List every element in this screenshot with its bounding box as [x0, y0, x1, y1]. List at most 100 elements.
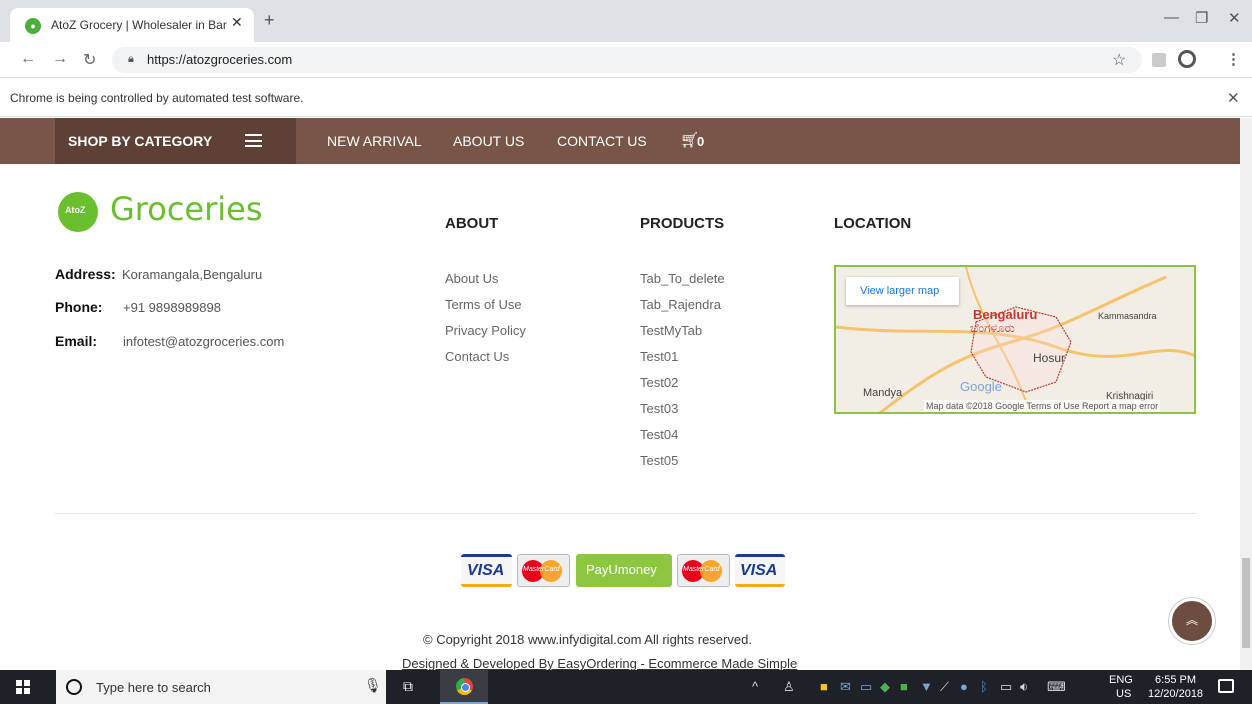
double-chevron-up-icon: ︽: [1185, 613, 1198, 627]
windows-start-icon[interactable]: [16, 680, 30, 694]
profile-icon[interactable]: [1178, 50, 1196, 68]
forward-icon[interactable]: →: [52, 50, 68, 68]
site-logo[interactable]: AtoZ Groceries: [58, 190, 278, 234]
tray-overflow-icon[interactable]: ^: [752, 679, 758, 694]
footer-divider: [55, 513, 1196, 514]
volume-icon[interactable]: 🔉︎: [1020, 679, 1028, 695]
product-link[interactable]: Tab_To_delete: [640, 271, 725, 286]
automation-infobar: Chrome is being controlled by automated …: [0, 79, 1252, 117]
email-label: Email:: [55, 333, 98, 349]
page-scrollbar[interactable]: [1240, 118, 1252, 670]
about-heading: ABOUT: [445, 215, 499, 232]
mail-icon[interactable]: ✉: [840, 679, 851, 695]
taskbar-clock[interactable]: 6:55 PM 12/20/2018: [1148, 673, 1203, 701]
tray-app-icon[interactable]: ■: [820, 679, 828, 694]
payumoney-label: PayUmoney: [586, 562, 657, 577]
minimize-icon[interactable]: —: [1164, 9, 1179, 26]
visa-label-2: VISA: [740, 562, 778, 579]
google-logo: Google: [960, 379, 1002, 394]
cart-count: 0: [697, 134, 705, 149]
scroll-to-top-button[interactable]: ︽: [1169, 598, 1215, 644]
language-indicator[interactable]: ENG US: [1109, 673, 1133, 701]
taskbar-search-box[interactable]: Type here to search 🎙︎: [56, 670, 386, 704]
infobar-close-icon[interactable]: ✕: [1227, 89, 1240, 107]
bookmark-star-icon[interactable]: ☆: [1112, 50, 1126, 70]
phone-value: +91 9898989898: [123, 300, 221, 315]
about-link-contact[interactable]: Contact Us: [445, 349, 509, 364]
clock-date: 12/20/2018: [1148, 688, 1204, 700]
map-city-label: Bengaluru: [973, 307, 1038, 322]
windows-taskbar: Type here to search 🎙︎ ⧉ ^ ♙ ■ ✉ ▭ ◆ ■ ▼…: [0, 670, 1252, 704]
clock-time: 6:55 PM: [1155, 674, 1197, 686]
email-value[interactable]: infotest@atozgroceries.com: [123, 334, 284, 349]
taskbar-search-placeholder: Type here to search: [96, 680, 211, 695]
map-mandya-label: Mandya: [863, 387, 903, 399]
tab-close-icon[interactable]: ✕: [231, 14, 243, 31]
product-link[interactable]: Test02: [640, 375, 678, 390]
tray-app-icon[interactable]: ▭: [860, 679, 872, 695]
battery-icon[interactable]: ▭: [1000, 679, 1012, 695]
location-heading: LOCATION: [834, 215, 912, 232]
product-link[interactable]: Test05: [640, 453, 678, 468]
bluetooth-icon[interactable]: ᛒ: [980, 679, 988, 694]
nav-new-arrival[interactable]: NEW ARRIVAL: [327, 133, 422, 149]
products-heading: PRODUCTS: [640, 215, 725, 232]
designed-by-link[interactable]: Designed & Developed By EasyOrdering - E…: [402, 656, 797, 671]
keyboard-icon[interactable]: ⌨: [1047, 679, 1066, 695]
close-window-icon[interactable]: ✕: [1228, 9, 1241, 27]
tray-app-icon[interactable]: ◆: [880, 679, 890, 695]
view-larger-map-link[interactable]: View larger map: [846, 277, 959, 305]
task-view-icon[interactable]: ⧉: [403, 678, 413, 695]
shop-by-category-button[interactable]: SHOP BY CATEGORY: [55, 118, 296, 164]
reload-icon[interactable]: ↻: [83, 50, 96, 70]
chrome-menu-icon[interactable]: ⋮: [1226, 50, 1241, 68]
product-link[interactable]: Test03: [640, 401, 678, 416]
address-bar[interactable]: 🔒︎ https://atozgroceries.com ☆: [112, 47, 1142, 73]
infobar-message: Chrome is being controlled by automated …: [10, 91, 304, 105]
people-icon[interactable]: ♙: [783, 679, 795, 695]
chrome-icon: [456, 678, 473, 695]
location-map[interactable]: View larger map Bengaluru ಬೆಂಗಳೂರು Hosur…: [834, 265, 1196, 414]
microphone-icon[interactable]: 🎙︎: [364, 677, 382, 694]
url-text: https://atozgroceries.com: [147, 52, 293, 67]
about-link-privacy[interactable]: Privacy Policy: [445, 323, 526, 338]
product-link[interactable]: Tab_Rajendra: [640, 297, 721, 312]
mastercard-logo-2: MasterCard: [677, 554, 730, 587]
back-icon[interactable]: ←: [20, 50, 36, 68]
chrome-taskbar-button[interactable]: [440, 670, 488, 704]
extension-icon[interactable]: [1152, 53, 1166, 67]
product-link[interactable]: TestMyTab: [640, 323, 702, 338]
product-link[interactable]: Test01: [640, 349, 678, 364]
mastercard-logo: MasterCard: [517, 554, 570, 587]
visa-logo-2: VISA: [735, 554, 785, 587]
map-kammasandra-label: Kammasandra: [1098, 311, 1157, 321]
product-link[interactable]: Test04: [640, 427, 678, 442]
browser-tab[interactable]: ● AtoZ Grocery | Wholesaler in Ban ✕: [10, 8, 254, 42]
language-code: ENG: [1109, 674, 1133, 686]
nav-about-us[interactable]: ABOUT US: [453, 133, 524, 149]
tray-app-icon[interactable]: ⟋: [940, 679, 949, 695]
about-link-about-us[interactable]: About Us: [445, 271, 498, 286]
scrollbar-thumb[interactable]: [1242, 558, 1250, 648]
map-city-kn-label: ಬೆಂಗಳೂರು: [970, 321, 1015, 335]
phone-label: Phone:: [55, 299, 103, 315]
map-hosur-label: Hosur: [1033, 351, 1066, 365]
region-code: US: [1116, 688, 1132, 700]
mastercard-label: MasterCard: [523, 566, 560, 573]
about-link-terms[interactable]: Terms of Use: [445, 297, 522, 312]
payumoney-logo: PayUmoney: [576, 554, 672, 587]
browser-tab-bar: ● AtoZ Grocery | Wholesaler in Ban ✕ + —…: [0, 0, 1252, 42]
tray-app-icon[interactable]: ●: [960, 679, 968, 694]
tray-app-icon[interactable]: ▼: [920, 679, 933, 694]
action-center-icon[interactable]: [1218, 679, 1234, 693]
hamburger-icon: [245, 134, 262, 147]
address-value: Koramangala,Bengaluru: [122, 267, 263, 282]
browser-toolbar: ← → ↻ 🔒︎ https://atozgroceries.com ☆ ⋮: [0, 42, 1252, 78]
restore-icon[interactable]: ❐: [1195, 9, 1208, 27]
address-label: Address:: [55, 266, 116, 282]
new-tab-button[interactable]: +: [264, 11, 275, 29]
nav-contact-us[interactable]: CONTACT US: [557, 133, 647, 149]
cortana-icon: [66, 679, 82, 695]
tab-title: AtoZ Grocery | Wholesaler in Ban: [51, 18, 227, 32]
tray-app-icon[interactable]: ■: [900, 679, 908, 694]
